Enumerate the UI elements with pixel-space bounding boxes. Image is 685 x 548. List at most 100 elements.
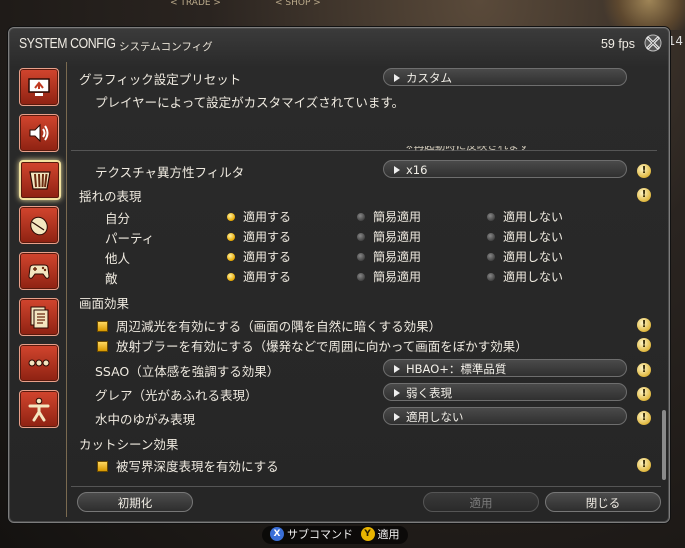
info-icon[interactable]: !: [637, 458, 651, 472]
radio-unselected-icon: [487, 232, 495, 241]
radio-label: 適用する: [243, 270, 292, 284]
radio-unselected-icon: [357, 252, 365, 261]
radio-label: 適用しない: [503, 250, 564, 264]
cutscene-section-title: カットシーン効果: [79, 437, 179, 452]
info-icon[interactable]: !: [637, 387, 651, 401]
radio-selected-icon: [227, 232, 235, 241]
radio-simple[interactable]: 簡易適用: [357, 268, 421, 285]
fps-counter: 59 fps: [600, 37, 635, 51]
close-window-icon[interactable]: [643, 33, 663, 53]
radial-blur-checkbox[interactable]: 放射ブラーを有効にする（爆発などで周囲に向かって画面をぼかす効果）: [97, 336, 528, 355]
titlebar[interactable]: SYSTEM CONFIG システムコンフィグ 59 fps: [9, 28, 669, 58]
limb-darkening-checkbox[interactable]: 周辺減光を有効にする（画面の隅を自然に暗くする効果）: [97, 316, 441, 335]
radio-selected-icon: [227, 212, 235, 221]
graphics-icon: [29, 171, 51, 190]
radio-label: 適用しない: [503, 210, 564, 224]
accessibility-icon: [28, 397, 50, 422]
graphics-settings-panel: グラフィック設定プリセット カスタム プレイヤーによって設定がカスタマイズされて…: [71, 62, 663, 484]
sidebar-item-gamepad[interactable]: [19, 252, 59, 290]
radio-label: 適用しない: [503, 230, 564, 244]
radio-label: 適用しない: [503, 270, 564, 284]
apply-hint: 適用: [377, 528, 400, 541]
info-icon[interactable]: !: [637, 338, 651, 352]
controller-hints: X サブコマンド Y 適用: [262, 526, 408, 544]
radio-label: 簡易適用: [373, 210, 422, 224]
sidebar-divider: [66, 62, 67, 517]
radio-simple[interactable]: 簡易適用: [357, 228, 421, 245]
preset-dropdown[interactable]: カスタム: [383, 68, 627, 86]
sidebar-item-display[interactable]: [19, 68, 59, 106]
water-distortion-value: 適用しない: [406, 410, 464, 424]
depth-of-field-checkbox[interactable]: 被写界深度表現を有効にする: [97, 456, 279, 475]
sidebar-item-sound[interactable]: [19, 114, 59, 152]
checkbox-label: 放射ブラーを有効にする（爆発などで周囲に向かって画面をぼかす効果）: [116, 339, 528, 354]
checkbox-checked-icon: [97, 461, 108, 472]
info-icon[interactable]: !: [637, 363, 651, 377]
water-distortion-dropdown[interactable]: 適用しない: [383, 407, 627, 425]
radio-none[interactable]: 適用しない: [487, 228, 563, 245]
radio-label: 適用する: [243, 230, 292, 244]
sidebar-item-other[interactable]: [19, 344, 59, 382]
restart-note: ※再起動時に反映されます: [405, 146, 530, 152]
scrollbar[interactable]: [662, 410, 666, 480]
ssao-value: HBAO+：標準品質: [406, 362, 507, 376]
reset-button[interactable]: 初期化: [77, 492, 193, 512]
info-icon[interactable]: !: [637, 411, 651, 425]
system-config-window: SYSTEM CONFIG システムコンフィグ 59 fps グラフィック設定プ…: [8, 27, 670, 523]
gamepad-icon: [28, 264, 50, 279]
radio-unselected-icon: [487, 212, 495, 221]
sidebar-item-mouse[interactable]: [19, 206, 59, 244]
x-button-icon: X: [270, 527, 284, 541]
glare-value: 弱く表現: [406, 386, 452, 400]
sidebar-item-log[interactable]: [19, 298, 59, 336]
radio-unselected-icon: [357, 212, 365, 221]
glare-dropdown[interactable]: 弱く表現: [383, 383, 627, 401]
sway-row-label: パーティ: [105, 231, 155, 246]
glare-label: グレア（光があふれる表現）: [95, 388, 258, 403]
radio-apply[interactable]: 適用する: [227, 248, 291, 265]
texture-filter-value: x16: [406, 163, 428, 177]
radio-label: 簡易適用: [373, 270, 422, 284]
radio-none[interactable]: 適用しない: [487, 248, 563, 265]
radio-none[interactable]: 適用しない: [487, 268, 563, 285]
radio-none[interactable]: 適用しない: [487, 208, 563, 225]
screen-effects-section-title: 画面効果: [79, 296, 130, 311]
dropdown-arrow-icon: [394, 165, 400, 174]
radio-label: 簡易適用: [373, 230, 422, 244]
preset-value: カスタム: [406, 71, 452, 85]
radio-simple[interactable]: 簡易適用: [357, 208, 421, 225]
other-settings-icon: [28, 359, 50, 367]
ssao-dropdown[interactable]: HBAO+：標準品質: [383, 359, 627, 377]
close-button[interactable]: 閉じる: [545, 492, 661, 512]
checkbox-checked-icon: [97, 321, 108, 332]
footer-separator: [71, 486, 661, 487]
info-icon[interactable]: !: [637, 318, 651, 332]
preset-label: グラフィック設定プリセット: [79, 72, 242, 87]
water-distortion-label: 水中のゆがみ表現: [95, 412, 196, 427]
radio-unselected-icon: [357, 232, 365, 241]
radio-label: 適用する: [243, 210, 292, 224]
radio-unselected-icon: [487, 252, 495, 261]
dropdown-arrow-icon: [394, 364, 400, 373]
sidebar-item-graphics[interactable]: [19, 160, 61, 200]
section-separator: [71, 150, 657, 151]
display-settings-icon: [28, 78, 50, 96]
sway-row-label: 自分: [105, 211, 131, 226]
dropdown-arrow-icon: [394, 73, 400, 82]
dropdown-arrow-icon: [394, 412, 400, 421]
subcommand-hint: サブコマンド: [287, 528, 353, 541]
info-icon[interactable]: !: [637, 188, 651, 202]
window-subtitle: システムコンフィグ: [119, 41, 213, 53]
sidebar-item-accessibility[interactable]: [19, 390, 59, 428]
y-button-icon: Y: [360, 527, 375, 541]
texture-filter-dropdown[interactable]: x16: [383, 160, 627, 178]
radio-apply[interactable]: 適用する: [227, 268, 291, 285]
radio-apply[interactable]: 適用する: [227, 208, 291, 225]
radio-apply[interactable]: 適用する: [227, 228, 291, 245]
radio-simple[interactable]: 簡易適用: [357, 248, 421, 265]
apply-button[interactable]: 適用: [423, 492, 539, 512]
dropdown-arrow-icon: [394, 388, 400, 397]
info-icon[interactable]: !: [637, 164, 651, 178]
radio-selected-icon: [227, 252, 235, 261]
radio-selected-icon: [227, 272, 235, 281]
